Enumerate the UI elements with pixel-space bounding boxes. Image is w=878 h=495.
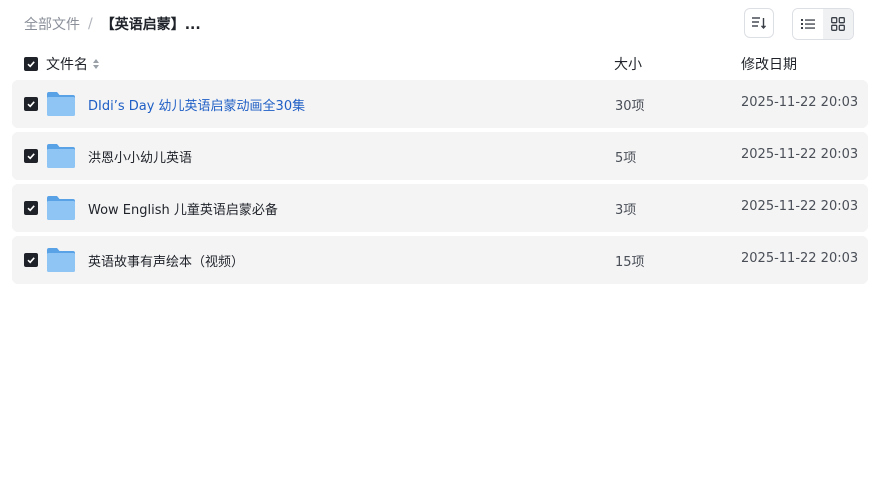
- check-icon: [27, 205, 35, 212]
- select-all-checkbox[interactable]: [24, 57, 38, 71]
- table-row[interactable]: 英语故事有声绘本（视频） 15项 2025-11-22 20:03: [12, 236, 868, 284]
- table-row[interactable]: 洪恩小小幼儿英语 5项 2025-11-22 20:03: [12, 132, 868, 180]
- check-icon: [27, 153, 35, 160]
- row-checkbox[interactable]: [24, 149, 38, 163]
- grid-view-icon: [831, 17, 845, 31]
- file-size: 30项: [615, 99, 645, 114]
- sort-button[interactable]: [744, 8, 774, 38]
- row-checkbox[interactable]: [24, 201, 38, 215]
- sort-descending-icon: [752, 17, 767, 30]
- table-row[interactable]: DIdi’s Day 幼儿英语启蒙动画全30集 30项 2025-11-22 2…: [12, 80, 868, 128]
- header-modified[interactable]: 修改日期: [741, 54, 797, 74]
- sort-toggle-icon[interactable]: [92, 58, 100, 70]
- breadcrumb-current: 【英语启蒙】...: [100, 17, 201, 33]
- folder-icon: [47, 92, 75, 116]
- file-size: 5项: [615, 151, 637, 166]
- breadcrumb: 全部文件 / 【英语启蒙】...: [24, 13, 201, 35]
- file-size: 15项: [615, 255, 645, 270]
- row-checkbox[interactable]: [24, 97, 38, 111]
- file-modified-date: 2025-11-22 20:03: [741, 199, 859, 214]
- table-header: 文件名 大小 修改日期: [12, 52, 868, 76]
- table-row[interactable]: Wow English 儿童英语启蒙必备 3项 2025-11-22 20:03: [12, 184, 868, 232]
- folder-icon: [47, 248, 75, 272]
- list-view-button[interactable]: [793, 9, 823, 39]
- file-modified-date: 2025-11-22 20:03: [741, 251, 859, 266]
- file-modified-date: 2025-11-22 20:03: [741, 147, 859, 162]
- header-name-label: 文件名: [46, 57, 88, 73]
- file-name[interactable]: Wow English 儿童英语启蒙必备: [88, 199, 278, 218]
- breadcrumb-root[interactable]: 全部文件: [24, 14, 80, 34]
- header-size[interactable]: 大小: [614, 54, 642, 74]
- header-name[interactable]: 文件名: [46, 54, 100, 74]
- file-size: 3项: [615, 203, 637, 218]
- folder-icon: [47, 144, 75, 168]
- folder-icon: [47, 196, 75, 220]
- grid-view-button[interactable]: [823, 9, 853, 39]
- file-modified-date: 2025-11-22 20:03: [741, 95, 859, 110]
- check-icon: [27, 61, 35, 68]
- check-icon: [27, 101, 35, 108]
- check-icon: [27, 257, 35, 264]
- row-checkbox[interactable]: [24, 253, 38, 267]
- breadcrumb-separator: /: [88, 16, 93, 32]
- list-view-icon: [801, 19, 815, 29]
- file-name[interactable]: 洪恩小小幼儿英语: [88, 147, 192, 166]
- file-name[interactable]: 英语故事有声绘本（视频）: [88, 251, 244, 270]
- view-switcher: [792, 8, 854, 40]
- file-name-link[interactable]: DIdi’s Day 幼儿英语启蒙动画全30集: [88, 95, 305, 114]
